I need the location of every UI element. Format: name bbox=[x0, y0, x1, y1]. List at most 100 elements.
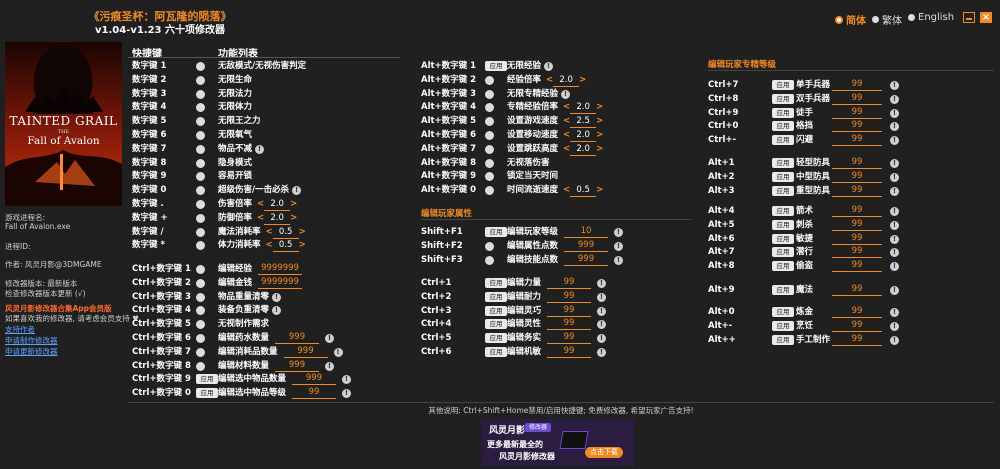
value-input[interactable]: 99 bbox=[547, 346, 591, 358]
spinner-value[interactable]: 2.0 bbox=[570, 130, 597, 142]
info-icon[interactable]: ! bbox=[890, 186, 899, 196]
value-input[interactable]: 99 bbox=[832, 171, 882, 183]
value-spinner[interactable]: <2.0 > bbox=[546, 75, 586, 87]
toggle-circle-icon[interactable] bbox=[485, 186, 494, 196]
toggle-circle-icon[interactable] bbox=[196, 75, 205, 85]
value-spinner[interactable]: <2.0 > bbox=[563, 102, 603, 115]
toggle-circle-icon[interactable] bbox=[196, 117, 205, 127]
ad-download-button[interactable]: 点击下载 bbox=[585, 447, 623, 458]
toggle-circle-icon[interactable] bbox=[485, 255, 494, 265]
spinner-decrement-icon[interactable]: < bbox=[546, 75, 553, 85]
info-icon[interactable]: ! bbox=[597, 348, 606, 357]
toggle-circle-icon[interactable] bbox=[196, 265, 205, 274]
value-input[interactable]: 999 bbox=[275, 332, 319, 344]
info-icon[interactable]: ! bbox=[890, 308, 899, 317]
apply-button[interactable]: 应用 bbox=[772, 121, 794, 132]
toggle-circle-icon[interactable] bbox=[196, 361, 205, 371]
toggle-circle-icon[interactable] bbox=[196, 292, 205, 302]
apply-button[interactable]: 应用 bbox=[772, 158, 794, 168]
info-icon[interactable]: ! bbox=[890, 136, 899, 146]
apply-button[interactable]: 应用 bbox=[485, 347, 507, 357]
info-icon[interactable]: ! bbox=[890, 122, 899, 132]
spinner-value[interactable]: 0.5 bbox=[272, 240, 299, 253]
info-icon[interactable]: ! bbox=[890, 234, 899, 244]
value-spinner[interactable]: <0.5 > bbox=[265, 227, 306, 239]
info-icon[interactable]: ! bbox=[890, 159, 899, 168]
apply-button[interactable]: 应用 bbox=[772, 171, 794, 182]
apply-button[interactable]: 应用 bbox=[772, 185, 794, 196]
spinner-increment-icon[interactable]: > bbox=[596, 130, 603, 140]
toggle-circle-icon[interactable] bbox=[196, 347, 205, 357]
spinner-decrement-icon[interactable]: < bbox=[563, 116, 570, 126]
toggle-circle-icon[interactable] bbox=[485, 172, 494, 182]
toggle-circle-icon[interactable] bbox=[485, 144, 494, 154]
apply-button[interactable]: 应用 bbox=[772, 334, 794, 345]
info-icon[interactable]: ! bbox=[890, 335, 899, 345]
apply-button[interactable]: 应用 bbox=[772, 233, 794, 244]
toggle-circle-icon[interactable] bbox=[196, 131, 205, 140]
value-input[interactable]: 10 bbox=[564, 226, 608, 238]
toggle-circle-icon[interactable] bbox=[485, 117, 494, 127]
info-icon[interactable]: ! bbox=[597, 334, 606, 344]
toggle-circle-icon[interactable] bbox=[196, 306, 205, 316]
toggle-circle-icon[interactable] bbox=[196, 89, 205, 99]
ad-banner[interactable]: 风灵月影 修改器 更多最新最全的 风灵月影修改器 点击下载 bbox=[481, 419, 634, 466]
value-input[interactable]: 99 bbox=[832, 320, 882, 332]
apply-button[interactable]: 应用 bbox=[485, 319, 507, 330]
info-icon[interactable]: ! bbox=[890, 286, 899, 295]
apply-button[interactable]: 应用 bbox=[772, 247, 794, 258]
value-input[interactable]: 999 bbox=[275, 360, 319, 372]
info-icon[interactable]: ! bbox=[890, 248, 899, 258]
apply-button[interactable]: 应用 bbox=[772, 80, 794, 90]
toggle-circle-icon[interactable] bbox=[485, 241, 494, 251]
value-spinner[interactable]: <2.0 > bbox=[563, 130, 603, 142]
value-input[interactable]: 99 bbox=[832, 185, 882, 197]
apply-button[interactable]: 应用 bbox=[772, 307, 794, 317]
value-input[interactable]: 99 bbox=[832, 233, 882, 245]
spinner-decrement-icon[interactable]: < bbox=[257, 199, 264, 209]
info-icon[interactable]: ! bbox=[890, 207, 899, 216]
spinner-value[interactable]: 0.5 bbox=[570, 185, 597, 198]
value-input[interactable]: 99 bbox=[832, 205, 882, 217]
value-input[interactable]: 99 bbox=[832, 134, 882, 147]
info-icon[interactable]: ! bbox=[890, 172, 899, 182]
apply-button[interactable]: 应用 bbox=[485, 333, 507, 344]
value-input[interactable]: 99 bbox=[292, 387, 336, 400]
spinner-decrement-icon[interactable]: < bbox=[563, 144, 570, 154]
value-input[interactable]: 99 bbox=[547, 332, 591, 345]
spinner-value[interactable]: 0.5 bbox=[272, 227, 299, 239]
link-request-update[interactable]: 申请更新修改器 bbox=[5, 346, 58, 357]
value-input[interactable]: 999 bbox=[564, 240, 608, 252]
lang-option-english[interactable]: English bbox=[908, 12, 954, 23]
spinner-increment-icon[interactable]: > bbox=[299, 240, 306, 250]
toggle-circle-icon[interactable] bbox=[196, 227, 205, 237]
info-icon[interactable]: ! bbox=[890, 94, 899, 104]
toggle-circle-icon[interactable] bbox=[196, 200, 205, 209]
apply-button[interactable]: 应用 bbox=[485, 61, 507, 71]
spinner-increment-icon[interactable]: > bbox=[579, 75, 586, 85]
toggle-circle-icon[interactable] bbox=[196, 278, 205, 288]
toggle-circle-icon[interactable] bbox=[196, 158, 205, 168]
value-input[interactable]: 99 bbox=[832, 107, 882, 119]
apply-button[interactable]: 应用 bbox=[772, 285, 794, 295]
value-input[interactable]: 99 bbox=[547, 305, 591, 317]
info-icon[interactable]: ! bbox=[597, 292, 606, 302]
value-input[interactable]: 99 bbox=[832, 260, 882, 273]
spinner-increment-icon[interactable]: > bbox=[596, 102, 603, 112]
value-input[interactable]: 99 bbox=[832, 157, 882, 169]
apply-button[interactable]: 应用 bbox=[772, 135, 794, 146]
apply-button[interactable]: 应用 bbox=[772, 107, 794, 118]
value-input[interactable]: 999 bbox=[283, 346, 328, 358]
apply-button[interactable]: 应用 bbox=[196, 388, 218, 399]
toggle-circle-icon[interactable] bbox=[196, 144, 205, 154]
spinner-increment-icon[interactable]: > bbox=[596, 116, 603, 126]
info-icon[interactable]: ! bbox=[614, 228, 623, 237]
info-icon[interactable]: ! bbox=[614, 255, 623, 265]
value-input[interactable]: 99 bbox=[547, 291, 591, 303]
spinner-decrement-icon[interactable]: < bbox=[265, 227, 272, 237]
apply-button[interactable]: 应用 bbox=[772, 261, 794, 272]
apply-button[interactable]: 应用 bbox=[772, 93, 794, 104]
info-icon[interactable]: ! bbox=[333, 347, 343, 357]
info-icon[interactable]: ! bbox=[292, 186, 302, 196]
lang-option-simplified[interactable]: 简体 bbox=[835, 12, 866, 27]
